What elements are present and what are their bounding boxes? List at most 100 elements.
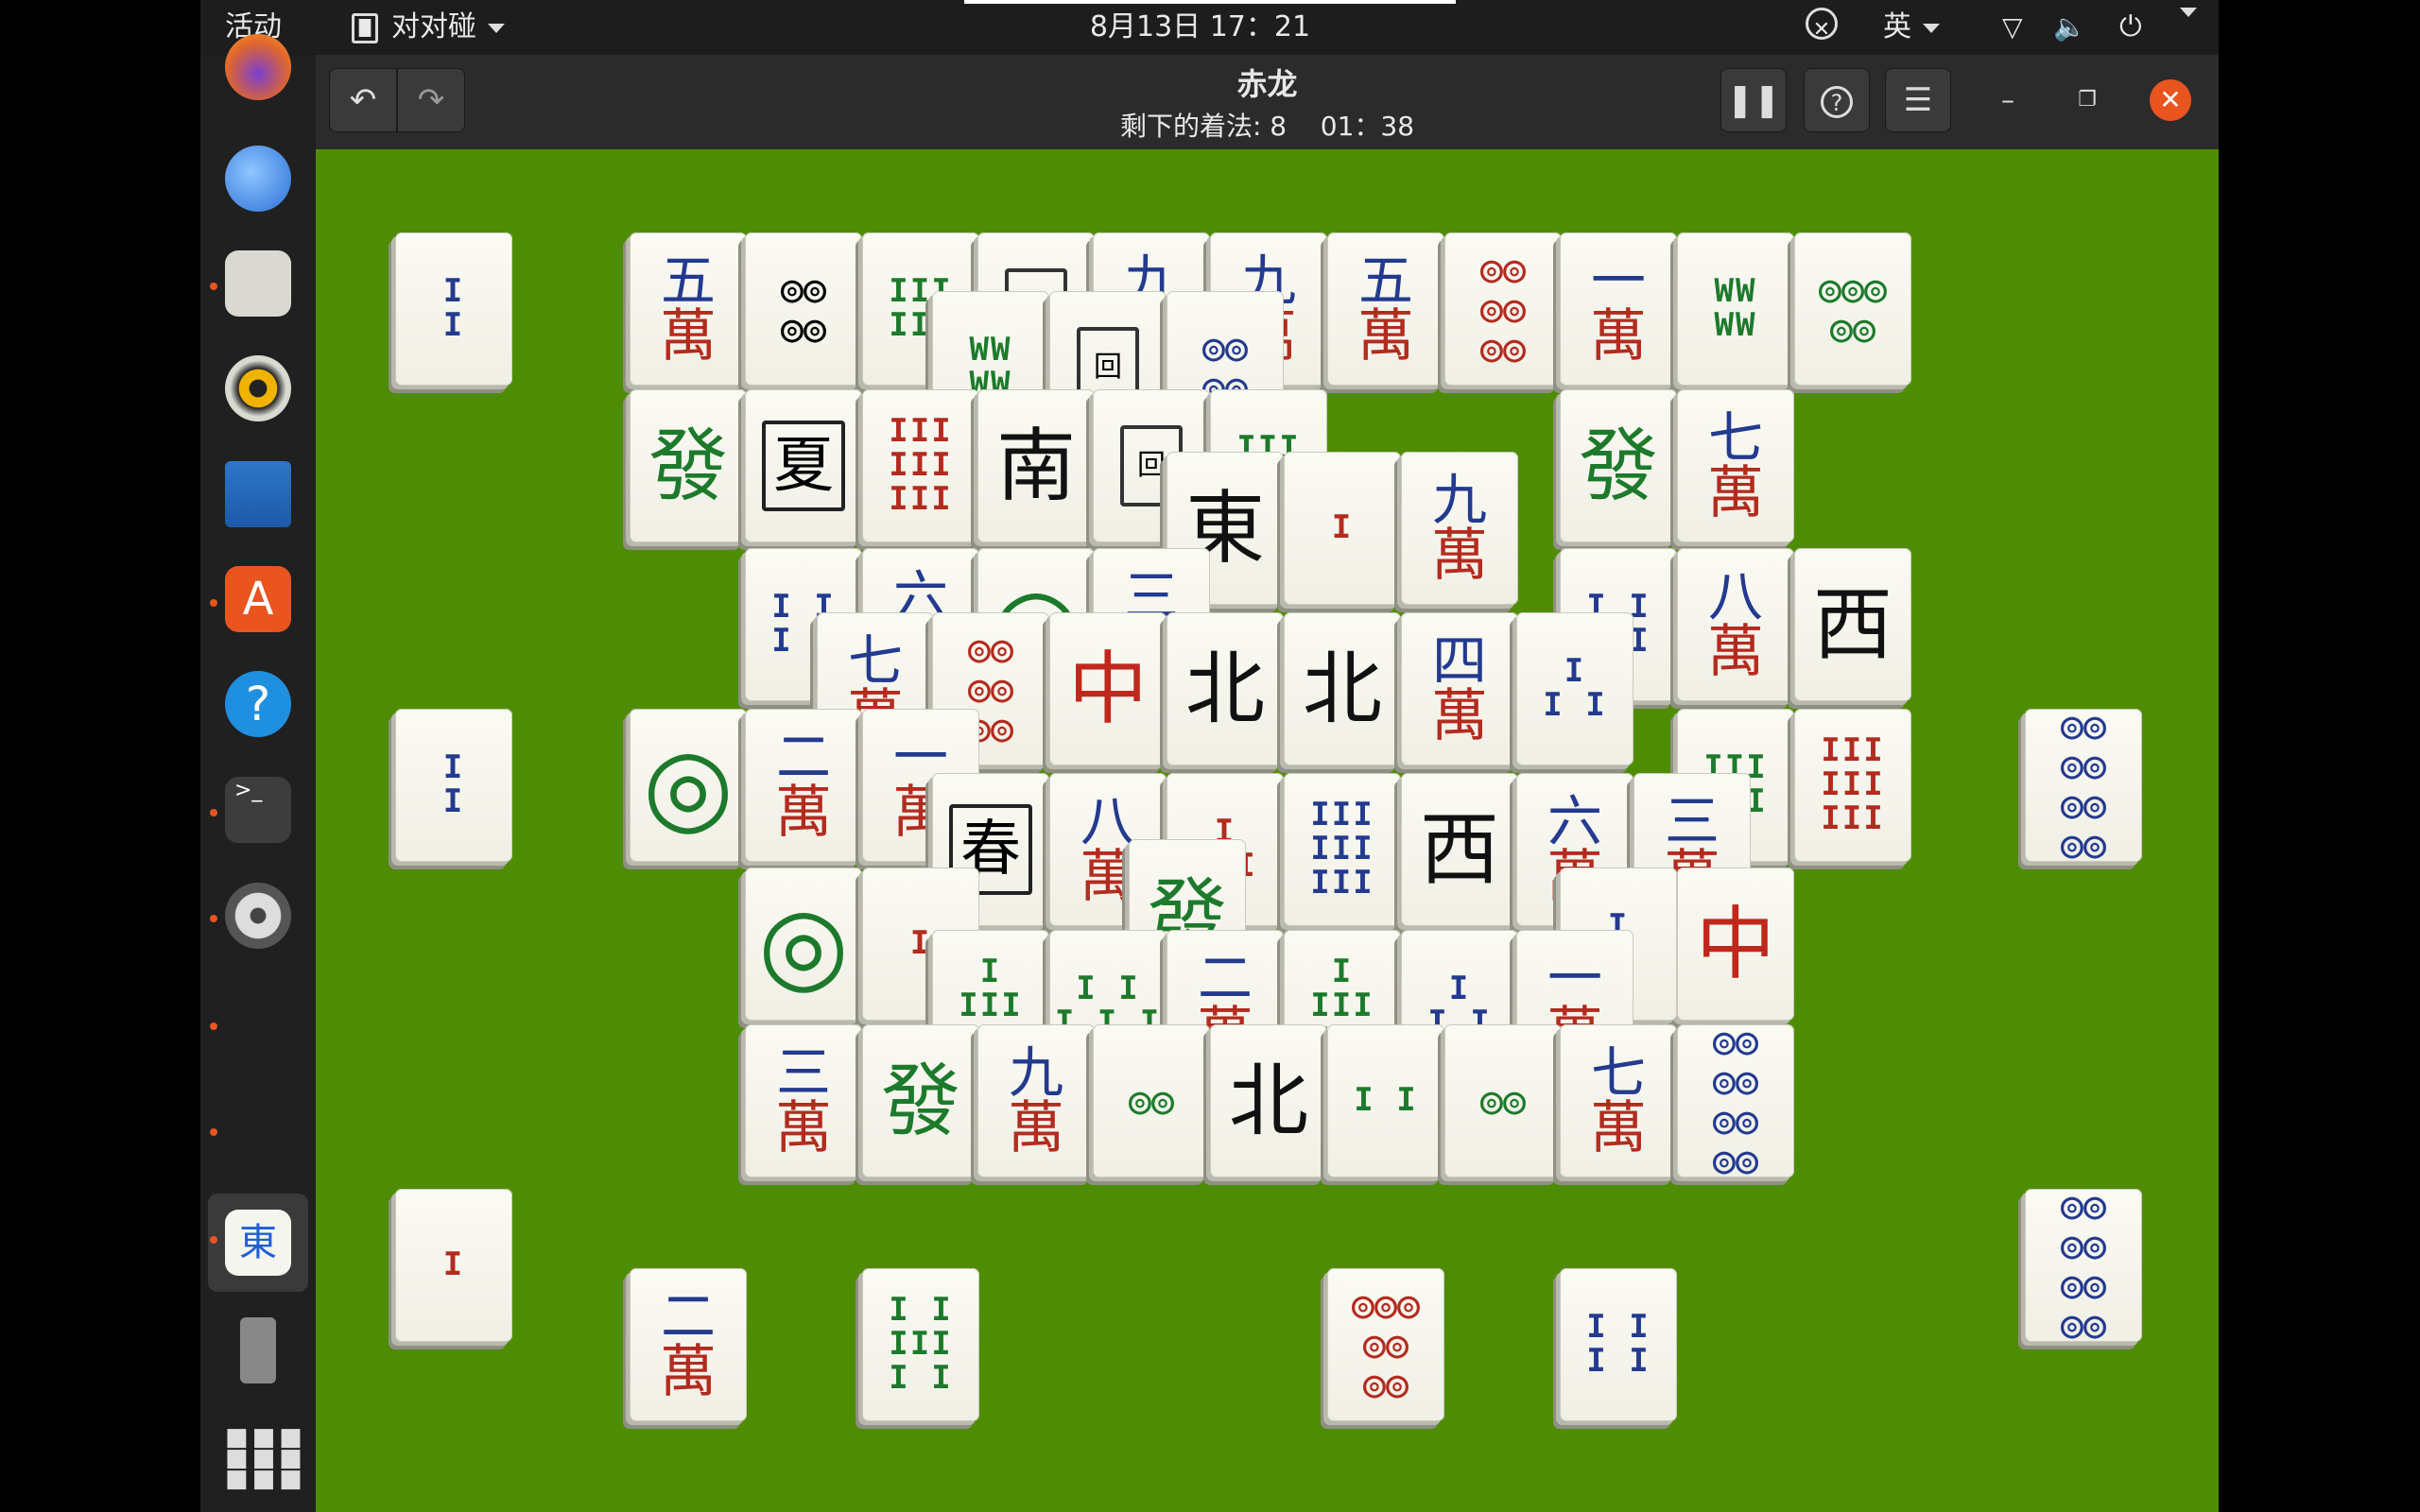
tile-face: I II I (1560, 1268, 1677, 1421)
chevron-down-icon (1923, 23, 1940, 33)
settings-icon[interactable] (225, 883, 291, 949)
tile-wan: 萬 (1357, 303, 1414, 369)
running-indicator (210, 1128, 217, 1136)
mahjong-tile[interactable]: ◎◎ ◎◎ ◎◎ (1444, 232, 1562, 386)
mahjong-tile[interactable]: 三萬 (745, 1024, 862, 1177)
network-icon[interactable]: ▽ (2002, 8, 2023, 47)
mahjong-tile[interactable]: ◎◎ (1093, 1024, 1210, 1177)
tile-pattern-row: ◎◎ (1128, 1079, 1175, 1123)
mahjong-tile[interactable]: WW WW (1677, 232, 1794, 386)
tile-pattern-row: ◎◎ (1479, 248, 1527, 291)
mahjong-tile[interactable]: ◎◎ (1444, 1024, 1562, 1177)
app-menu[interactable]: █ 对对碰 (352, 8, 505, 47)
tile-pattern-row: I (442, 306, 465, 344)
mahjong-tile[interactable]: III III III (1284, 773, 1401, 926)
mahjong-tile[interactable]: 北 (1210, 1024, 1327, 1177)
minimize-button[interactable]: – (1991, 83, 2025, 117)
mahjong-tile[interactable]: 二萬 (745, 709, 862, 862)
mahjong-tile[interactable]: 五萬 (1327, 232, 1444, 386)
tile-face: 西 (1401, 773, 1518, 926)
tile-symbol: 西 (1812, 578, 1893, 671)
tile-pattern-row: ◎◎ (1829, 307, 1876, 351)
mahjong-tile[interactable]: 西 (1401, 773, 1518, 926)
system-menu-chevron-icon[interactable] (2180, 8, 2197, 17)
mahjong-tile[interactable]: 五萬 (630, 232, 747, 386)
mahjong-tile[interactable]: II (395, 709, 512, 862)
mahjong-tile[interactable]: I (1284, 452, 1401, 605)
maximize-button[interactable]: ❐ (2070, 83, 2104, 117)
mahjong-tile[interactable]: II I (1516, 612, 1634, 765)
writer-icon[interactable] (225, 461, 291, 527)
menu-button[interactable]: ☰ (1885, 68, 1951, 132)
power-icon[interactable]: ⏻ (2119, 8, 2142, 47)
tile-number: 八 (1080, 789, 1135, 853)
mahjong-tile[interactable]: I I III I I (862, 1268, 979, 1421)
thunderbird-icon[interactable] (225, 146, 291, 212)
mahjong-tile[interactable]: ◎◎◎ ◎◎ (1794, 232, 1911, 386)
input-method-indicator[interactable]: 英 (1883, 8, 1940, 47)
tile-face: 北 (1167, 612, 1284, 765)
tile-face: II (395, 709, 512, 862)
rhythmbox-icon[interactable] (225, 355, 291, 421)
mahjong-tile[interactable]: III III III (862, 389, 979, 542)
mahjong-tile[interactable]: 八萬 (1677, 548, 1794, 701)
mahjong-tile[interactable]: ◎◎ ◎◎ (745, 232, 862, 386)
mahjong-tile[interactable]: ◎◎ ◎◎ ◎◎ ◎◎ (2025, 1189, 2142, 1342)
mahjong-tile[interactable]: 南 (977, 389, 1095, 542)
tile-symbol: 南 (995, 420, 1076, 512)
tile-face: II I (1516, 612, 1634, 765)
mahjong-tile[interactable]: 夏 (745, 389, 862, 542)
pause-button[interactable]: ❚❚ (1720, 68, 1787, 132)
close-button[interactable]: ✕ (2150, 79, 2191, 121)
tile-pattern-row: ◎◎◎ (1351, 1283, 1421, 1327)
mahjong-tile[interactable]: I (395, 1189, 512, 1342)
mahjong-tile[interactable]: 中 (1677, 868, 1794, 1021)
help-icon[interactable]: ? (225, 671, 291, 737)
tile-pattern-row: III (1821, 799, 1885, 837)
mahjong-tile[interactable]: 發 (630, 389, 747, 542)
tile-pattern-row: I (979, 953, 1002, 991)
mahjong-tile[interactable]: ◎◎◎ ◎◎ ◎◎ (1327, 1268, 1444, 1421)
volume-icon[interactable]: 🔈 (2053, 8, 2086, 47)
mahjong-tile[interactable]: ◎◎ ◎◎ ◎◎ ◎◎ (1677, 1024, 1794, 1177)
mahjong-tile[interactable]: 中 (1049, 612, 1167, 765)
tile-number: 一 (1547, 946, 1602, 1010)
mahjongg-icon[interactable]: 東 (225, 1210, 291, 1276)
show-apps-icon[interactable]: ■■■ ■■■ ■■■ (225, 1425, 302, 1493)
tile-face: ◎◎ ◎◎ ◎◎ (1444, 232, 1562, 386)
mahjong-tile[interactable]: 七萬 (1560, 1024, 1677, 1177)
firefox-icon[interactable] (225, 34, 291, 100)
mahjong-tile[interactable]: 西 (1794, 548, 1911, 701)
mahjong-tile[interactable]: ◎ (630, 709, 747, 862)
files-icon[interactable] (225, 250, 291, 317)
clock[interactable]: 8月13日 17：21 (1090, 8, 1310, 47)
accessibility-icon[interactable]: ✕ (1806, 8, 1838, 42)
mahjong-tile[interactable]: 九萬 (1401, 452, 1518, 605)
mahjong-tile[interactable]: 九萬 (977, 1024, 1095, 1177)
mahjong-tile[interactable]: 發 (1560, 389, 1677, 542)
mahjong-tile[interactable]: ◎ (745, 868, 862, 1021)
game-board[interactable]: II五萬◎◎◎◎IIIIII回九萬九萬五萬◎◎◎◎◎◎一萬WWWW◎◎◎◎◎發夏… (316, 149, 2219, 1512)
tile-pattern-row: III (889, 479, 953, 518)
mahjong-tile[interactable]: I II I (1560, 1268, 1677, 1421)
mahjong-tile[interactable]: 四萬 (1401, 612, 1518, 765)
mahjong-tile[interactable]: 北 (1167, 612, 1284, 765)
mahjong-tile[interactable]: III III III (1794, 709, 1911, 862)
usb-drive-icon[interactable] (240, 1317, 276, 1383)
help-button[interactable]: ? (1804, 68, 1870, 132)
mahjong-tile[interactable]: 七萬 (1677, 389, 1794, 542)
tile-face: I I III I I (862, 1268, 979, 1421)
software-icon[interactable]: A (225, 566, 291, 632)
mahjong-tile[interactable]: 發 (862, 1024, 979, 1177)
mahjong-tile[interactable]: 一萬 (1560, 232, 1677, 386)
tile-pattern-row: I (909, 924, 932, 963)
mahjong-tile[interactable]: ◎◎ ◎◎ ◎◎ ◎◎ (2025, 709, 2142, 862)
mahjong-tile[interactable]: 北 (1284, 612, 1401, 765)
tile-symbol: 中 (1695, 898, 1775, 990)
mahjong-tile[interactable]: II (395, 232, 512, 386)
mahjong-tile[interactable]: I I (1327, 1024, 1444, 1177)
tile-pattern-row: ◎◎ (780, 267, 827, 311)
mahjong-tile[interactable]: 二萬 (630, 1268, 747, 1421)
tile-wan: 萬 (1431, 683, 1488, 749)
terminal-icon[interactable]: >_ (225, 777, 291, 843)
